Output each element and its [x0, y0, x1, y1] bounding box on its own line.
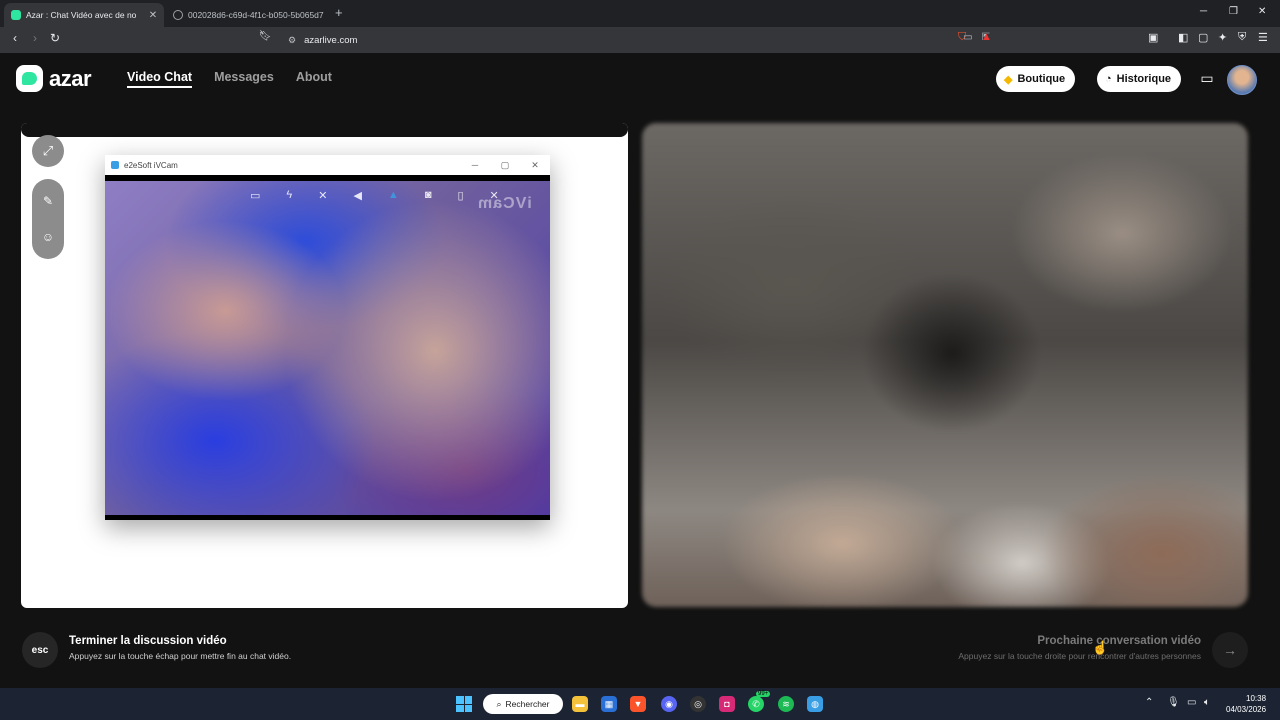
browser-tab-bar: Azar : Chat Vidéo avec de no ✕ 002028d6-…: [0, 0, 1280, 27]
browser-toolbar: ‹ › ↻ 🔖︎ ⚙ azarlive.com ▭ ⇱ ⛉ ▲ ▣ ◧ ▢ ✦ …: [0, 27, 1280, 53]
ivcam-title: e2eSoft iVCam: [124, 160, 178, 170]
historique-button[interactable]: ◔ Historique: [1097, 66, 1182, 92]
search-icon: ⌕: [496, 698, 502, 709]
tab-title: 002028d6-c69d-4f1c-b050-5b065d7: [188, 10, 324, 20]
brave-rewards-icon[interactable]: ▲: [981, 31, 992, 43]
leo-ai-icon[interactable]: ✦: [1218, 31, 1227, 44]
site-info-icon[interactable]: ⚙: [288, 35, 296, 46]
maximize-icon[interactable]: ▢: [490, 160, 520, 171]
focus-icon[interactable]: ▲: [388, 189, 399, 202]
historique-label: Historique: [1116, 73, 1172, 85]
nav-messages[interactable]: Messages: [214, 70, 274, 88]
spotify-icon[interactable]: ≋: [778, 696, 794, 712]
azar-page: azar Video Chat Messages About ◆ Boutiqu…: [0, 53, 1280, 688]
network-icon[interactable]: ▭: [1187, 697, 1196, 708]
brave-shields-icon[interactable]: ⛉: [958, 31, 966, 44]
vpn-icon[interactable]: ⛨: [1238, 31, 1246, 44]
url-text: azarlive.com: [304, 34, 358, 46]
tab-second[interactable]: 002028d6-c69d-4f1c-b050-5b065d7: [166, 3, 336, 27]
my-camera-panel: ⤢ ✎ ☺ e2eSoft iVCam ─ ▢ ✕ ▭ ϟ ✕ ◀ ▲ ◙ ▯ …: [21, 123, 628, 608]
tray-chevron-icon[interactable]: ⌃: [1145, 697, 1153, 708]
reload-icon[interactable]: ↻: [46, 31, 64, 45]
globe-icon: [173, 10, 183, 20]
avatar[interactable]: [1227, 65, 1257, 95]
effects-toolbar: ✎ ☺: [32, 179, 64, 259]
inbox-icon[interactable]: ▭: [1196, 67, 1218, 89]
windows-start-icon[interactable]: [456, 696, 472, 712]
camera-icon[interactable]: ◙: [425, 189, 432, 202]
brave-browser-icon[interactable]: ▼: [630, 696, 646, 712]
menu-icon[interactable]: ☰: [1258, 31, 1268, 44]
next-chat-hint: Appuyez sur la touche droite pour rencon…: [958, 651, 1201, 661]
ivcam-controls: ▭ ϟ ✕ ◀ ▲ ◙ ▯ ✕: [250, 189, 499, 202]
clock-time: 10:38: [1246, 694, 1267, 703]
ivcam-titlebar[interactable]: e2eSoft iVCam ─ ▢ ✕: [105, 155, 550, 175]
clock-icon: ◔: [1105, 73, 1112, 85]
end-chat-hint: Appuyez sur la touche échap pour mettre …: [69, 651, 292, 661]
ivcam-watermark: iVCam: [477, 195, 532, 212]
microphone-icon[interactable]: 🎙︎: [1167, 697, 1180, 708]
new-tab-icon[interactable]: +: [335, 5, 343, 20]
ivcam-app-icon: [111, 161, 119, 169]
flash-icon[interactable]: ϟ: [286, 189, 292, 202]
volume-icon[interactable]: 🔈︎: [1204, 697, 1210, 708]
flip-icon[interactable]: ✕: [318, 189, 327, 202]
partner-video-panel: [642, 123, 1248, 607]
boutique-label: Boutique: [1017, 73, 1066, 85]
instagram-icon[interactable]: ◘: [719, 696, 735, 712]
wallet-icon[interactable]: ▣: [1148, 31, 1158, 44]
address-bar[interactable]: ⚙ azarlive.com ▭ ⇱: [276, 29, 1000, 51]
azar-favicon-icon: [11, 10, 21, 20]
main-nav: Video Chat Messages About: [127, 70, 332, 88]
nav-video-chat[interactable]: Video Chat: [127, 70, 193, 88]
extensions-icon[interactable]: ▢: [1198, 31, 1208, 44]
forward-icon[interactable]: ›: [26, 31, 44, 45]
search-label: Rechercher: [505, 699, 550, 709]
logo-text: azar: [49, 65, 92, 91]
azar-logo[interactable]: azar: [16, 65, 92, 92]
screenshot-icon[interactable]: ▭: [250, 189, 260, 202]
taskbar-search[interactable]: ⌕ Rechercher: [483, 694, 563, 714]
gem-icon: ◆: [1004, 73, 1013, 86]
maximize-icon[interactable]: ❐: [1229, 6, 1238, 17]
taskbar: ⌕ Rechercher ▬ ▦ ▼ ◉ ◎ ◘ ✆ 99+ ≋ ◍ ⌃ 🎙︎ …: [0, 688, 1280, 720]
whatsapp-icon[interactable]: ✆: [748, 696, 764, 712]
clock-date: 04/03/2026: [1226, 705, 1267, 714]
tab-azar[interactable]: Azar : Chat Vidéo avec de no ✕: [4, 3, 164, 27]
discord-icon[interactable]: ◉: [661, 696, 677, 712]
nav-about[interactable]: About: [296, 70, 332, 88]
next-chat-title: Prochaine conversation vidéo: [1037, 635, 1201, 647]
tab-title: Azar : Chat Vidéo avec de no: [26, 10, 137, 20]
boutique-button[interactable]: ◆ Boutique: [996, 66, 1076, 92]
close-tab-icon[interactable]: ✕: [146, 10, 160, 21]
window-close-icon[interactable]: ✕: [1258, 6, 1266, 17]
chrome-icon[interactable]: ◎: [690, 696, 706, 712]
bookmark-icon[interactable]: 🔖︎: [256, 31, 274, 42]
end-chat-title: Terminer la discussion vidéo: [69, 635, 227, 647]
face-filter-icon[interactable]: ☺: [42, 230, 54, 244]
camera-feed: ▭ ϟ ✕ ◀ ▲ ◙ ▯ ✕ iVCam: [105, 181, 550, 515]
whatsapp-badge: 99+: [756, 691, 771, 697]
sidebar-icon[interactable]: ◧: [1178, 31, 1188, 44]
magic-wand-icon[interactable]: ✎: [43, 194, 53, 208]
minimize-icon[interactable]: ─: [1200, 6, 1207, 17]
record-icon[interactable]: ▯: [457, 189, 463, 202]
store-icon[interactable]: ▦: [601, 696, 617, 712]
ivcam-taskbar-icon[interactable]: ◍: [807, 696, 823, 712]
ivcam-window[interactable]: e2eSoft iVCam ─ ▢ ✕ ▭ ϟ ✕ ◀ ▲ ◙ ▯ ✕ iVCa…: [105, 155, 550, 520]
clock[interactable]: 10:38 04/03/2026: [1226, 693, 1266, 715]
file-explorer-icon[interactable]: ▬: [572, 696, 588, 712]
close-icon[interactable]: ✕: [520, 160, 550, 171]
next-chat-button[interactable]: →: [1212, 632, 1248, 668]
volume-icon[interactable]: ◀: [353, 189, 361, 202]
back-icon[interactable]: ‹: [6, 31, 24, 45]
expand-icon[interactable]: ⤢: [32, 135, 64, 167]
hand-cursor-icon: ☝: [1092, 640, 1109, 655]
esc-button[interactable]: esc: [22, 632, 58, 668]
azar-logo-icon: [16, 65, 43, 92]
minimize-icon[interactable]: ─: [460, 160, 490, 170]
